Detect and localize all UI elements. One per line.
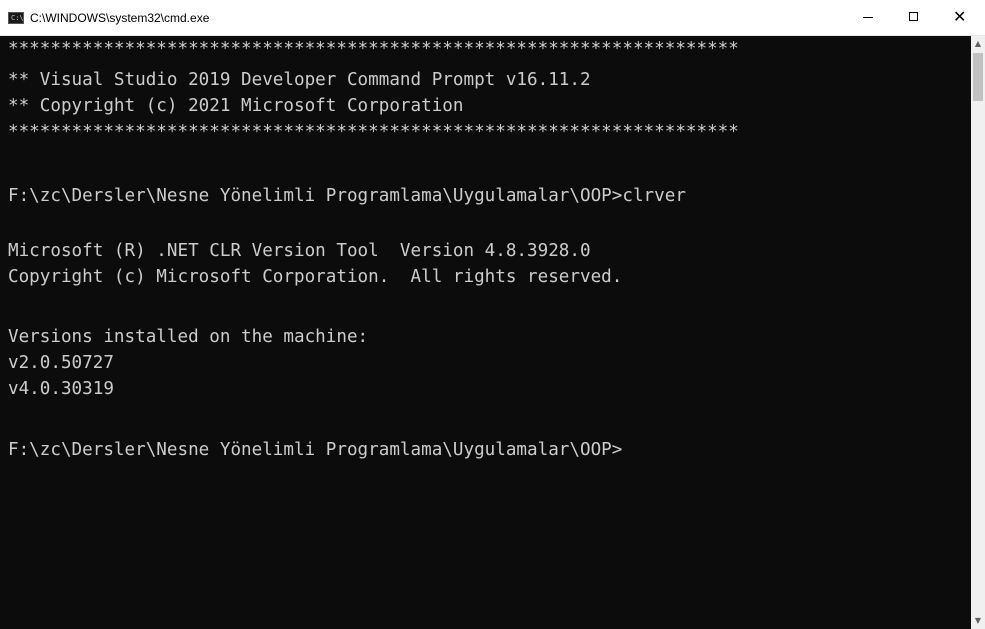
console-line: ****************************************… bbox=[8, 39, 739, 59]
console-line: ** Copyright (c) 2021 Microsoft Corporat… bbox=[8, 96, 464, 116]
vertical-scrollbar[interactable]: ▲ ▼ bbox=[971, 36, 985, 629]
console-line: ****************************************… bbox=[8, 122, 739, 142]
minimize-icon bbox=[863, 17, 873, 18]
console-window: C:\ C:\WINDOWS\system32\cmd.exe ✕ ******… bbox=[0, 0, 985, 629]
cmd-console-icon[interactable]: C:\ bbox=[8, 12, 24, 24]
window-title: C:\WINDOWS\system32\cmd.exe bbox=[30, 11, 210, 25]
cmd-icon-glyph: C:\ bbox=[11, 14, 24, 22]
scrollbar-thumb[interactable] bbox=[973, 53, 983, 101]
scroll-up-icon[interactable]: ▲ bbox=[971, 36, 985, 52]
maximize-icon bbox=[909, 12, 918, 21]
command-prompt-line: F:\zc\Dersler\Nesne Yönelimli Programlam… bbox=[8, 440, 623, 460]
console-line: Copyright (c) Microsoft Corporation. All… bbox=[8, 267, 623, 287]
console-line: v2.0.50727 bbox=[8, 353, 114, 373]
title-bar[interactable]: C:\ C:\WINDOWS\system32\cmd.exe ✕ bbox=[0, 0, 985, 36]
console-output[interactable]: ****************************************… bbox=[0, 36, 971, 629]
console-line: Microsoft (R) .NET CLR Version Tool Vers… bbox=[8, 241, 591, 261]
close-icon: ✕ bbox=[953, 7, 967, 26]
console-line: v4.0.30319 bbox=[8, 379, 114, 399]
command-prompt-line: F:\zc\Dersler\Nesne Yönelimli Programlam… bbox=[8, 186, 686, 206]
minimize-button[interactable] bbox=[845, 0, 891, 35]
scroll-down-icon[interactable]: ▼ bbox=[971, 613, 985, 629]
close-button[interactable]: ✕ bbox=[937, 0, 985, 35]
maximize-button[interactable] bbox=[891, 0, 937, 35]
console-line: ** Visual Studio 2019 Developer Command … bbox=[8, 70, 591, 90]
console-line: Versions installed on the machine: bbox=[8, 327, 369, 347]
